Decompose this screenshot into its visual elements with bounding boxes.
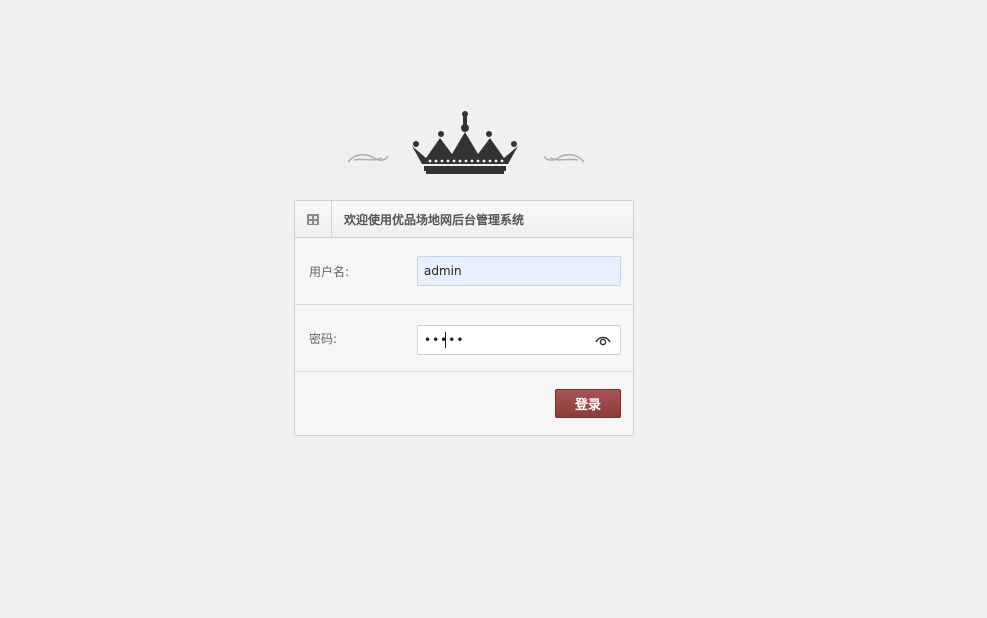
password-input[interactable] xyxy=(417,325,621,355)
text-caret xyxy=(445,332,446,348)
password-label: 密码: xyxy=(309,332,338,346)
building-icon xyxy=(307,214,319,225)
crown-shape xyxy=(412,111,518,174)
eye-icon[interactable] xyxy=(595,333,611,347)
login-panel: 欢迎使用优品场地网后台管理系统 用户名: 密码: 登录 xyxy=(294,200,634,436)
password-row: 密码: xyxy=(295,305,633,372)
username-label: 用户名: xyxy=(309,265,350,279)
header-icon-box xyxy=(295,201,332,237)
login-button[interactable]: 登录 xyxy=(555,389,621,418)
form-footer: 登录 xyxy=(295,372,633,436)
username-input[interactable] xyxy=(417,256,621,286)
panel-header: 欢迎使用优品场地网后台管理系统 xyxy=(295,201,633,238)
username-row: 用户名: xyxy=(295,238,633,305)
crown-logo xyxy=(347,111,585,174)
right-flourish xyxy=(543,153,585,163)
page-title: 欢迎使用优品场地网后台管理系统 xyxy=(344,212,525,227)
left-flourish xyxy=(347,153,389,163)
